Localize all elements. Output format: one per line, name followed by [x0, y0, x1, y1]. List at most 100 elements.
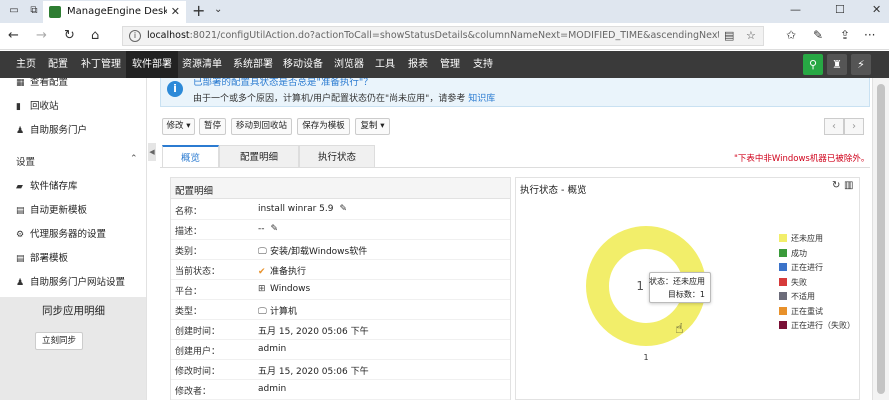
minimize-icon[interactable]: — [790, 3, 801, 16]
tabs-aside-icon[interactable]: ⧉ [26, 3, 42, 19]
nav-item-patch[interactable]: 补丁管理 [81, 51, 121, 78]
sidebar-item-recycle-bin[interactable]: ▮ 回收站 [16, 98, 59, 112]
sidebar-item-deploy-template[interactable]: ▤ 部署模板 [16, 250, 68, 264]
detail-value: ⊞ Windows [258, 284, 311, 294]
new-tab-icon[interactable]: + [192, 1, 205, 20]
back-icon[interactable]: ← [8, 28, 19, 43]
nav-item-home[interactable]: 主页 [16, 51, 36, 78]
chart-tooltip: 状态：还未应用 目标数：1 [649, 272, 711, 303]
prev-icon[interactable]: ‹ [824, 118, 844, 135]
trash-icon: ▮ [16, 102, 21, 112]
detail-value-icon: ✔ [258, 267, 266, 277]
config-details-header: 配置明细 [171, 178, 510, 199]
window-menu-icon[interactable]: ▭ [6, 3, 22, 19]
favorite-star-icon[interactable]: ☆ [746, 29, 756, 42]
flash-icon[interactable]: ⚡ [851, 54, 871, 75]
favorites-icon[interactable]: ✩ [786, 28, 796, 42]
forward-icon[interactable]: → [36, 28, 47, 43]
tab-execution-status[interactable]: 执行状态 [299, 145, 375, 168]
next-icon[interactable]: › [844, 118, 864, 135]
sidebar-item-self-service-settings[interactable]: ♟ 自助服务门户网站设置 [16, 274, 125, 288]
save-as-template-button[interactable]: 保存为模板 [297, 118, 350, 135]
sidebar-item-proxy-settings[interactable]: ⚙ 代理服务器的设置 [16, 226, 106, 240]
alert-title[interactable]: 已部署的配置具状态是否总是"准备执行"？ [193, 78, 373, 88]
tab-list-icon[interactable]: ⌄ [214, 4, 222, 15]
tab-overview[interactable]: 概览 [162, 145, 219, 168]
detail-row: 创建用户： admin [171, 339, 510, 360]
nav-item-reports[interactable]: 报表 [408, 51, 428, 78]
sync-now-button[interactable]: 立刻同步 [35, 332, 83, 350]
legend-entry[interactable]: 不适用 [779, 291, 815, 302]
caret-up-icon[interactable]: ⌃ [130, 154, 138, 164]
pause-button[interactable]: 暂停 [199, 118, 226, 135]
nav-item-browser[interactable]: 浏览器 [334, 51, 364, 78]
nav-item-mobile[interactable]: 移动设备 [283, 51, 323, 78]
edit-icon[interactable]: ✎ [339, 204, 347, 214]
detail-key: 类别： [175, 247, 203, 257]
sync-panel: 同步应用明细 立刻同步 [0, 297, 146, 400]
sidebar-section-settings[interactable]: 设置 [16, 154, 35, 168]
repository-icon: ▰ [16, 182, 23, 192]
reload-icon[interactable]: ↻ [64, 28, 75, 43]
detail-row: 当前状态： ✔ 准备执行 [171, 259, 510, 280]
detail-row: 平台： ⊞ Windows [171, 279, 510, 300]
nav-item-inventory[interactable]: 资源清单 [182, 51, 222, 78]
hand-cursor-icon: ☝ [675, 321, 684, 337]
knowledge-base-link[interactable]: 知识库 [468, 94, 495, 104]
legend-swatch [779, 263, 787, 271]
sidebar-item-auto-update-template[interactable]: ▤ 自动更新模板 [16, 202, 87, 216]
nav-item-os-deploy[interactable]: 系统部署 [233, 51, 273, 78]
reading-view-icon[interactable]: ▤ [724, 29, 734, 42]
legend-entry[interactable]: 正在进行（失败） [779, 320, 855, 331]
edit-icon[interactable]: ✎ [271, 224, 279, 234]
detail-row: 描述： -- ✎ [171, 219, 510, 240]
nav-item-admin[interactable]: 管理 [440, 51, 460, 78]
pen-icon[interactable]: ✎ [813, 28, 823, 42]
close-window-icon[interactable]: ✕ [872, 3, 881, 16]
page-scrollbar[interactable] [872, 78, 889, 400]
legend-entry[interactable]: 成功 [779, 248, 807, 259]
detail-row: 类型： 🖵 计算机 [171, 299, 510, 320]
legend-entry[interactable]: 还未应用 [779, 233, 823, 244]
copy-button[interactable]: 复制 ▾ [355, 118, 390, 135]
non-windows-note: "下表中非Windows机器已被除外。 [734, 154, 870, 164]
move-to-recycle-bin-button[interactable]: 移动到回收站 [231, 118, 292, 135]
more-icon[interactable]: ··· [864, 28, 875, 42]
scrollbar-thumb[interactable] [877, 84, 885, 394]
refresh-icon[interactable]: ↻ [832, 180, 840, 191]
legend-entry[interactable]: 失败 [779, 277, 807, 288]
search-icon[interactable]: ⚲ [803, 54, 823, 75]
share-icon[interactable]: ⇪ [840, 28, 850, 42]
donut-center-label: 1 [636, 279, 644, 293]
info-icon: i [167, 81, 183, 97]
legend-entry[interactable]: 正在进行 [779, 262, 823, 273]
legend-label: 正在进行（失败） [791, 321, 855, 330]
url-text[interactable]: localhost:8021/configUtilAction.do?actio… [147, 30, 719, 41]
tab-config-details[interactable]: 配置明细 [219, 145, 299, 168]
bar-chart-icon[interactable]: ▥ [844, 180, 853, 191]
nav-item-software-deploy[interactable]: 软件部署 [126, 51, 178, 78]
legend-swatch [779, 306, 787, 315]
detail-row: 修改时间： 五月 15, 2020 05:06 下午 [171, 359, 510, 380]
sidebar-item-software-repo[interactable]: ▰ 软件储存库 [16, 178, 78, 192]
sidebar-item-view-config[interactable]: ▦ 查看配置 [16, 78, 68, 88]
nav-item-tools[interactable]: 工具 [375, 51, 395, 78]
legend-entry[interactable]: 正在重试 [779, 306, 823, 317]
main-content: i 已部署的配置具状态是否总是"准备执行"？ 由于一个或多个原因，计算机/用户配… [160, 78, 870, 400]
maximize-icon[interactable]: ☐ [835, 3, 845, 16]
detail-key: 名称： [175, 207, 203, 217]
detail-key: 平台： [175, 287, 203, 297]
nav-item-config[interactable]: 配置 [48, 51, 68, 78]
tab-close-icon[interactable]: ✕ [171, 5, 180, 18]
site-info-icon[interactable]: i [129, 30, 141, 42]
config-view-icon: ▦ [16, 78, 25, 88]
browser-tab[interactable]: ManageEngine Desktop ✕ [43, 0, 186, 23]
sidebar-item-self-service[interactable]: ♟ 自助服务门户 [16, 122, 87, 136]
nav-item-support[interactable]: 支持 [473, 51, 493, 78]
collapse-sidebar-icon[interactable]: ◀ [148, 143, 156, 161]
home-icon[interactable]: ⌂ [91, 28, 99, 43]
quick-launch-icon[interactable]: ♜ [827, 54, 847, 75]
detail-value-icon: 🖵 [258, 307, 267, 317]
address-bar[interactable]: i localhost:8021/configUtilAction.do?act… [122, 26, 764, 46]
modify-button[interactable]: 修改 ▾ [162, 118, 195, 135]
